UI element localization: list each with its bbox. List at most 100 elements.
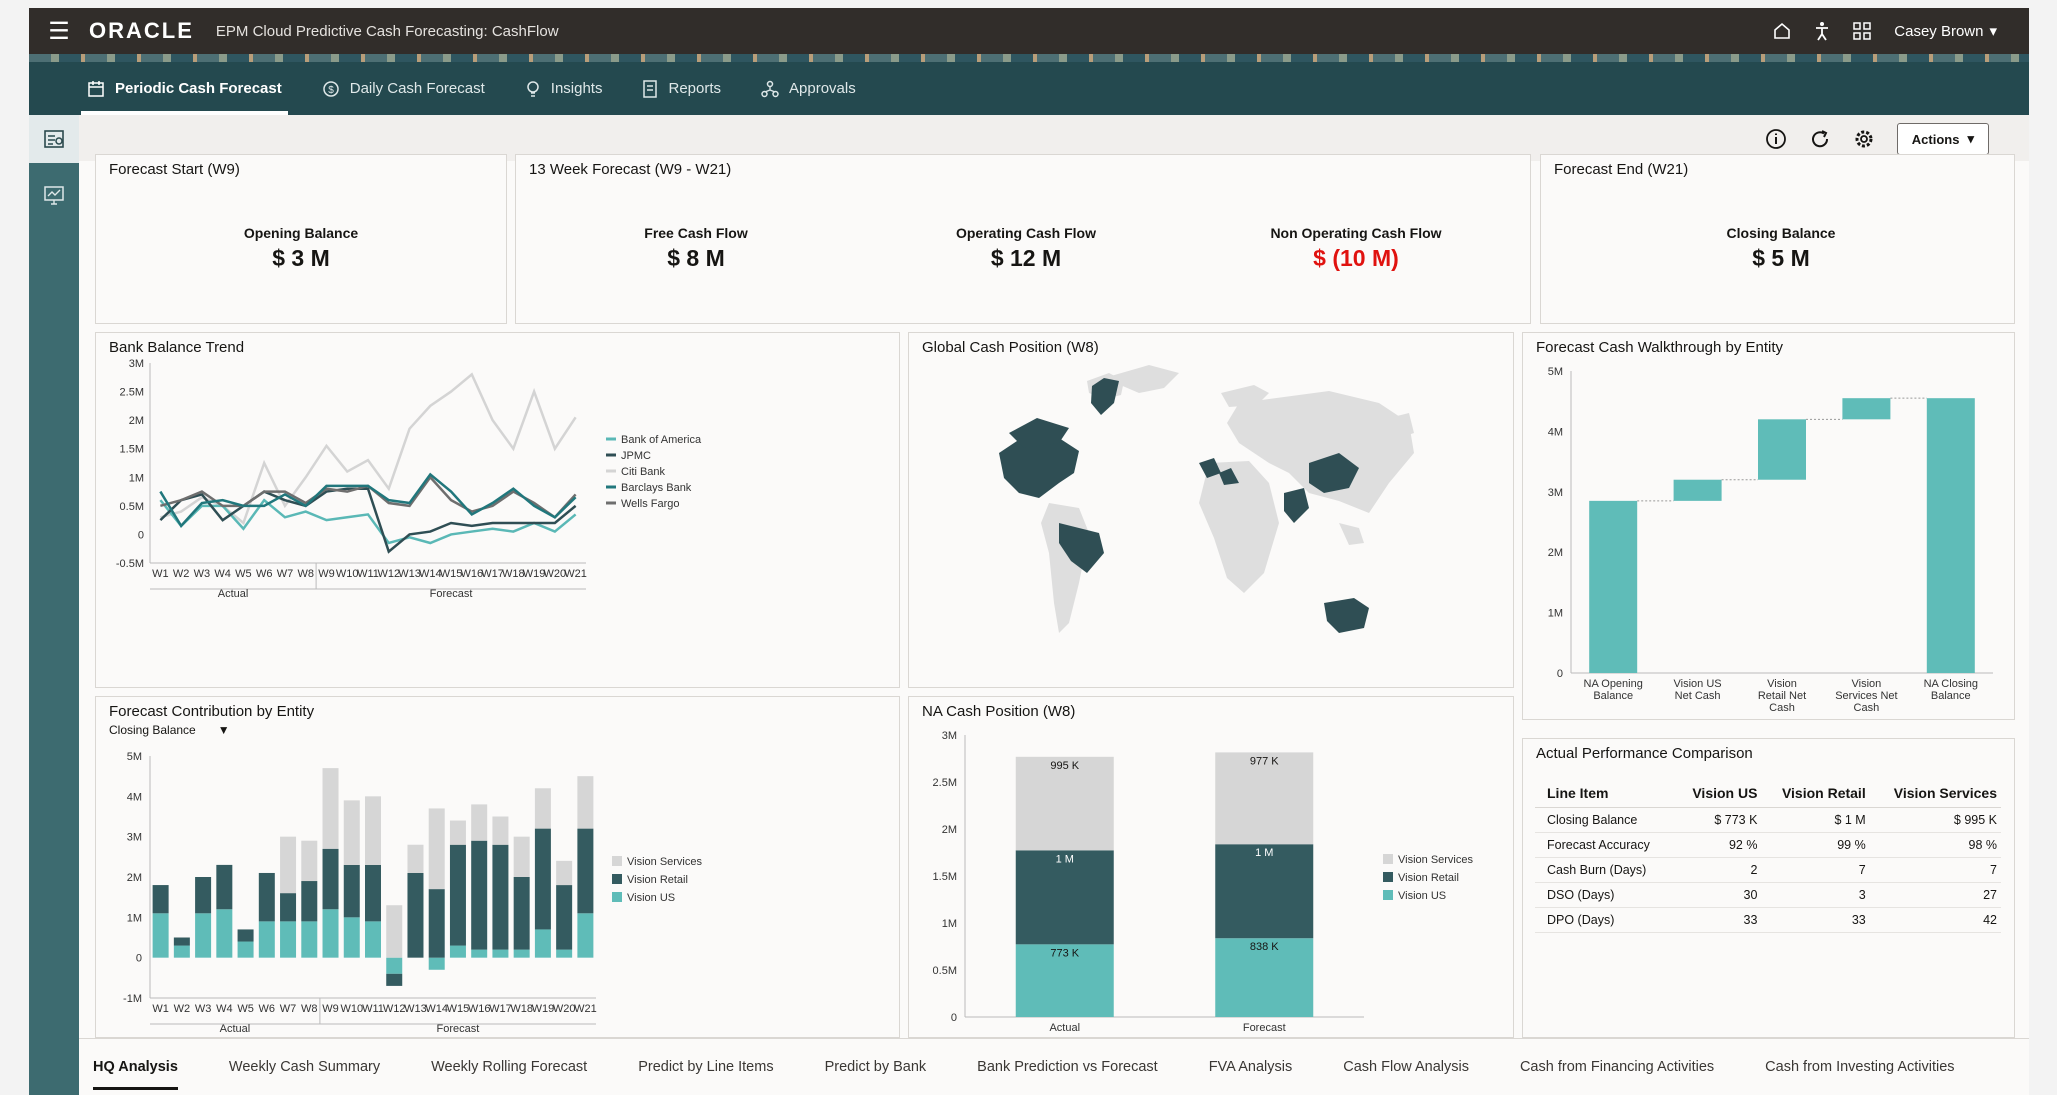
kpi-value: $ 3 M (272, 245, 330, 271)
tab-fva-analysis[interactable]: FVA Analysis (1209, 1039, 1318, 1095)
actions-button[interactable]: Actions ▾ (1896, 123, 1989, 155)
bar-segment (428, 889, 445, 958)
actions-label: Actions (1911, 131, 1960, 147)
x-tick-label: Net Cash (1675, 690, 1721, 702)
user-menu[interactable]: Casey Brown ▾ (1894, 22, 1997, 41)
bar-segment (513, 836, 530, 877)
group-label: Actual (220, 1023, 251, 1035)
x-tick-label: W18 (502, 568, 525, 580)
x-tick-label: Cash (1854, 702, 1880, 714)
left-sidebar (29, 115, 79, 1095)
tab-predict-by-bank[interactable]: Predict by Bank (825, 1039, 952, 1095)
refresh-icon[interactable] (1809, 128, 1831, 150)
gear-icon[interactable] (1853, 128, 1875, 150)
cell: 2 (1675, 857, 1762, 883)
x-tick-label: W11 (357, 568, 379, 580)
tab-daily-cash-forecast[interactable]: $ Daily Cash Forecast (322, 62, 485, 115)
bar-segment (428, 808, 445, 890)
y-tick-label: -0.5M (116, 558, 144, 570)
column-header: Line Item (1535, 779, 1676, 808)
bar-segment (280, 836, 297, 894)
x-tick-label: W18 (510, 1003, 533, 1015)
x-tick-label: W21 (564, 568, 587, 580)
world-map[interactable] (909, 333, 1515, 689)
cell: 42 (1869, 907, 2001, 933)
bar-segment (449, 945, 466, 958)
tab-insights[interactable]: Insights (525, 62, 602, 115)
x-tick-label: W12 (383, 1003, 406, 1015)
y-tick-label: 2.5M (120, 387, 144, 399)
accessibility-icon[interactable] (1814, 21, 1830, 41)
x-tick-label: W17 (489, 1003, 512, 1015)
bar-segment (386, 957, 403, 974)
bar-segment (301, 881, 318, 922)
tab-reports[interactable]: Reports (642, 62, 721, 115)
tab-predict-by-line-items[interactable]: Predict by Line Items (638, 1039, 798, 1095)
home-icon[interactable] (1772, 21, 1792, 41)
dashboard-icon (44, 130, 64, 148)
tab-bank-prediction-vs-forecast[interactable]: Bank Prediction vs Forecast (977, 1039, 1183, 1095)
bar-segment (173, 945, 190, 958)
tab-cash-from-financing[interactable]: Cash from Financing Activities (1520, 1039, 1739, 1095)
x-tick-label: NA Opening (1584, 678, 1643, 690)
x-tick-label: W4 (216, 1003, 233, 1015)
tab-cash-from-investing[interactable]: Cash from Investing Activities (1765, 1039, 1979, 1095)
bank-balance-line-chart: 3M 2.5M 2M 1.5M 1M 0.5M 0 -0.5M W1 W2 W3 W4 W5 W6 W7 W8… (116, 358, 702, 600)
bar-segment (492, 816, 509, 845)
cell: 33 (1761, 907, 1870, 933)
bar-segment (152, 885, 169, 914)
panel-bank-balance-trend: Bank Balance Trend 3M 2.5M 2M 1.5M 1M 0.5M 0 -0… (95, 332, 900, 688)
table-row: Forecast Accuracy 92 % 99 % 98 % (1535, 832, 2001, 858)
bar-segment (449, 844, 466, 946)
cell: 33 (1675, 907, 1762, 933)
panel-global-cash-position: Global Cash Position (W8) (908, 332, 1514, 688)
apps-grid-icon[interactable] (1852, 21, 1872, 41)
bar-segment (449, 820, 466, 845)
y-tick-label: 1M (129, 472, 144, 484)
x-tick-label: W14 (425, 1003, 448, 1015)
sidebar-item-dashboard[interactable] (29, 115, 79, 163)
cell: $ 773 K (1675, 807, 1762, 833)
tab-periodic-cash-forecast[interactable]: Periodic Cash Forecast (81, 62, 288, 115)
data-label: 838 K (1250, 941, 1279, 953)
cell: Closing Balance (1535, 807, 1676, 833)
cell: 3 (1761, 882, 1870, 908)
tab-approvals[interactable]: Approvals (761, 62, 856, 115)
x-tick-label: W9 (318, 568, 335, 580)
data-label: 977 K (1250, 755, 1279, 767)
series-line (159, 472, 577, 528)
legend-label: Vision Retail (627, 874, 688, 886)
x-tick-label: W7 (280, 1003, 297, 1015)
data-label: 995 K (1050, 760, 1079, 772)
y-tick-label: 5M (127, 751, 142, 763)
cell: 27 (1869, 882, 2001, 908)
kpi-value-negative: $ (10 M) (1313, 245, 1399, 271)
tab-cash-flow-analysis[interactable]: Cash Flow Analysis (1343, 1039, 1494, 1095)
x-tick-label: W9 (322, 1003, 339, 1015)
x-tick-label: W8 (297, 568, 314, 580)
bar-segment (492, 844, 509, 950)
x-tick-label: W12 (377, 568, 400, 580)
monitor-chart-icon (44, 186, 64, 205)
tab-hq-analysis[interactable]: HQ Analysis (93, 1039, 203, 1095)
waterfall-bar (1589, 500, 1638, 673)
kpi-label: Operating Cash Flow (955, 225, 1096, 241)
kpi-13-week-forecast: 13 Week Forecast (W9 - W21) Free Cash Fl… (515, 154, 1531, 324)
y-tick-label: 0 (951, 1012, 957, 1024)
info-icon[interactable] (1765, 128, 1787, 150)
y-tick-label: 0.5M (933, 965, 957, 977)
x-tick-label: W20 (544, 568, 567, 580)
report-icon (643, 79, 658, 98)
tab-weekly-cash-summary[interactable]: Weekly Cash Summary (229, 1039, 405, 1095)
legend-label: Citi Bank (621, 466, 666, 478)
tab-weekly-rolling-forecast[interactable]: Weekly Rolling Forecast (431, 1039, 612, 1095)
x-tick-label: W19 (523, 568, 546, 580)
bar-segment (365, 921, 381, 958)
hamburger-menu-icon[interactable]: ☰ (29, 17, 89, 46)
bar-segment (280, 893, 297, 922)
cell: $ 1 M (1761, 807, 1870, 833)
data-label: 1 M (1056, 853, 1074, 865)
y-tick-label: 3M (127, 832, 142, 844)
x-tick-label: W5 (237, 1003, 254, 1015)
sidebar-item-analytics[interactable] (29, 171, 79, 219)
